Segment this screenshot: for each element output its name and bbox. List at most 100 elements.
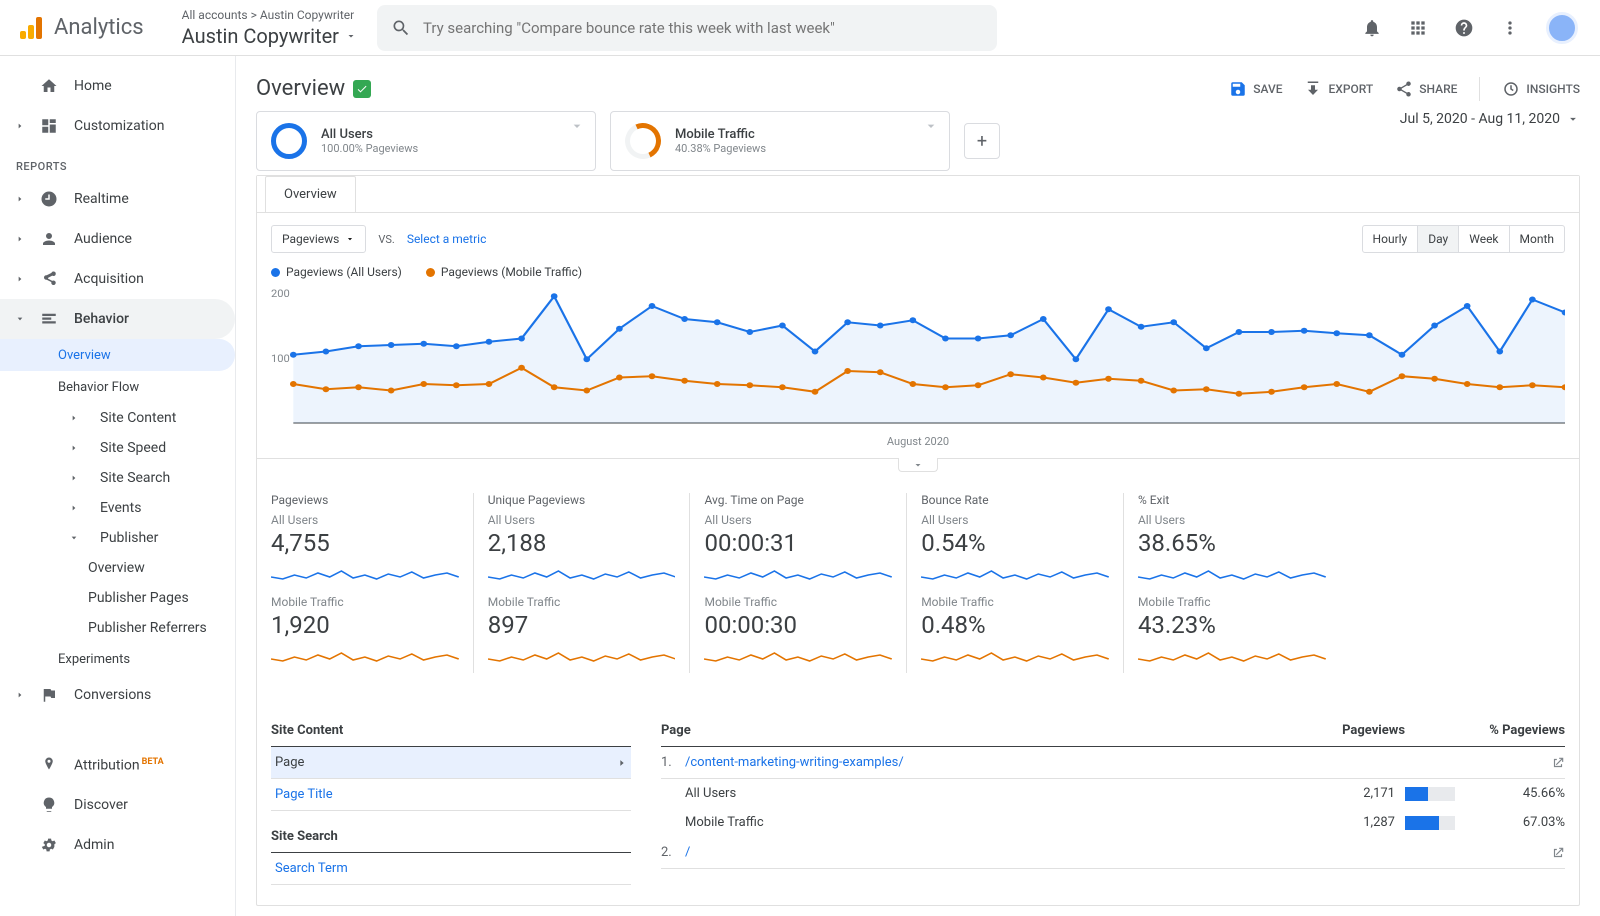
nav-publisher-overview[interactable]: Overview — [0, 553, 235, 583]
date-range-picker[interactable]: Jul 5, 2020 - Aug 11, 2020 — [1400, 111, 1580, 127]
site-content-heading: Site Content — [271, 715, 631, 747]
chevron-right-icon — [70, 414, 78, 422]
help-icon[interactable] — [1454, 18, 1474, 38]
nav-acquisition[interactable]: Acquisition — [0, 259, 235, 299]
vs-label: VS. — [378, 233, 394, 246]
grain-hourly[interactable]: Hourly — [1363, 226, 1418, 252]
nav-discover[interactable]: Discover — [0, 785, 235, 825]
metric-0[interactable]: Pageviews All Users 4,755 Mobile Traffic… — [271, 493, 473, 673]
svg-text:200: 200 — [271, 288, 290, 300]
metric-3[interactable]: Bounce Rate All Users 0.54% Mobile Traff… — [906, 493, 1123, 673]
reports-heading: REPORTS — [0, 146, 235, 179]
page-title: Overview — [256, 76, 345, 101]
page-row[interactable]: 2. / — [661, 837, 1565, 869]
nav-site-content[interactable]: Site Content — [0, 403, 235, 433]
metric-selector[interactable]: Pageviews — [271, 225, 366, 253]
bulb-icon — [40, 796, 58, 814]
nav-realtime[interactable]: Realtime — [0, 179, 235, 219]
bell-icon[interactable] — [1362, 18, 1382, 38]
caret-down-icon — [345, 234, 355, 244]
chevron-right-icon — [16, 275, 24, 283]
segment-ring-icon — [620, 118, 666, 164]
page-row-segment: All Users2,171 45.66% — [661, 779, 1565, 808]
open-icon[interactable] — [1551, 846, 1565, 860]
nav-publisher[interactable]: Publisher — [0, 523, 235, 553]
nav-behavior[interactable]: Behavior — [0, 299, 235, 339]
grain-month[interactable]: Month — [1509, 226, 1564, 252]
behavior-icon — [40, 310, 58, 328]
dimension-page[interactable]: Page — [271, 747, 631, 779]
expand-chart-button[interactable] — [898, 458, 938, 472]
metric-4[interactable]: % Exit All Users 38.65% Mobile Traffic 4… — [1123, 493, 1340, 673]
share-button[interactable]: SHARE — [1395, 80, 1457, 98]
nav-site-speed[interactable]: Site Speed — [0, 433, 235, 463]
open-icon[interactable] — [1551, 756, 1565, 770]
app-name: Analytics — [54, 15, 144, 40]
chevron-down-icon — [569, 118, 585, 134]
chart-x-label: August 2020 — [271, 435, 1565, 448]
chevron-down-icon — [16, 315, 24, 323]
chevron-right-icon — [16, 122, 24, 130]
save-button[interactable]: SAVE — [1229, 80, 1282, 98]
chevron-right-icon — [16, 235, 24, 243]
col-pct-pageviews: % Pageviews — [1405, 723, 1565, 738]
nav-admin[interactable]: Admin — [0, 825, 235, 865]
timeseries-chart: 100200 August 2020 — [257, 283, 1579, 458]
chevron-right-icon — [16, 195, 24, 203]
property-selector[interactable]: All accounts > Austin Copywriter Austin … — [182, 8, 357, 48]
apps-icon[interactable] — [1408, 18, 1428, 38]
nav-conversions[interactable]: Conversions — [0, 675, 235, 715]
nav-attribution[interactable]: AttributionBETA — [0, 745, 235, 785]
grain-day[interactable]: Day — [1417, 226, 1458, 252]
share-icon — [1395, 80, 1413, 98]
flag-icon — [40, 686, 58, 704]
export-button[interactable]: EXPORT — [1304, 80, 1373, 98]
more-vert-icon[interactable] — [1500, 18, 1520, 38]
nav-behavior-overview[interactable]: Overview — [0, 339, 235, 371]
page-row[interactable]: 1. /content-marketing-writing-examples/ — [661, 747, 1565, 779]
chevron-down-icon — [70, 534, 78, 542]
chevron-right-icon — [70, 444, 78, 452]
caret-down-icon — [345, 30, 357, 42]
verified-badge-icon — [353, 80, 371, 98]
col-page: Page — [661, 723, 1295, 738]
tab-overview[interactable]: Overview — [265, 176, 356, 213]
nav-publisher-referrers[interactable]: Publisher Referrers — [0, 613, 235, 643]
nav-customization[interactable]: Customization — [0, 106, 235, 146]
select-metric-link[interactable]: Select a metric — [407, 232, 487, 246]
legend-mobile: Pageviews (Mobile Traffic) — [426, 265, 582, 279]
insights-icon — [1502, 80, 1520, 98]
attribution-icon — [40, 756, 58, 774]
gear-icon — [40, 836, 58, 854]
sidebar: Home Customization REPORTS Realtime Audi… — [0, 56, 236, 916]
search-bar[interactable] — [377, 5, 997, 51]
grain-week[interactable]: Week — [1458, 226, 1508, 252]
insights-button[interactable]: INSIGHTS — [1502, 80, 1580, 98]
chevron-down-icon — [923, 118, 939, 134]
metric-1[interactable]: Unique Pageviews All Users 2,188 Mobile … — [473, 493, 690, 673]
search-icon — [391, 18, 411, 38]
nav-site-search[interactable]: Site Search — [0, 463, 235, 493]
nav-events[interactable]: Events — [0, 493, 235, 523]
dimension-search-term[interactable]: Search Term — [271, 853, 631, 885]
property-name: Austin Copywriter — [182, 24, 339, 48]
dot-icon — [426, 268, 435, 277]
nav-behavior-flow[interactable]: Behavior Flow — [0, 371, 235, 403]
dimension-page-title[interactable]: Page Title — [271, 779, 631, 811]
nav-audience[interactable]: Audience — [0, 219, 235, 259]
search-input[interactable] — [423, 19, 983, 37]
breadcrumb-path: All accounts > Austin Copywriter — [182, 8, 357, 22]
segment-all-users[interactable]: All Users100.00% Pageviews — [256, 111, 596, 171]
nav-experiments[interactable]: Experiments — [0, 643, 235, 675]
dot-icon — [271, 268, 280, 277]
nav-home[interactable]: Home — [0, 66, 235, 106]
person-icon — [40, 230, 58, 248]
nav-publisher-pages[interactable]: Publisher Pages — [0, 583, 235, 613]
share-icon — [40, 270, 58, 288]
metric-2[interactable]: Avg. Time on Page All Users 00:00:31 Mob… — [689, 493, 906, 673]
add-segment-button[interactable]: + — [964, 123, 1000, 159]
col-pageviews: Pageviews — [1295, 723, 1405, 738]
segment-mobile-traffic[interactable]: Mobile Traffic40.38% Pageviews — [610, 111, 950, 171]
time-grain-selector: Hourly Day Week Month — [1362, 225, 1565, 253]
user-avatar[interactable] — [1546, 12, 1578, 44]
